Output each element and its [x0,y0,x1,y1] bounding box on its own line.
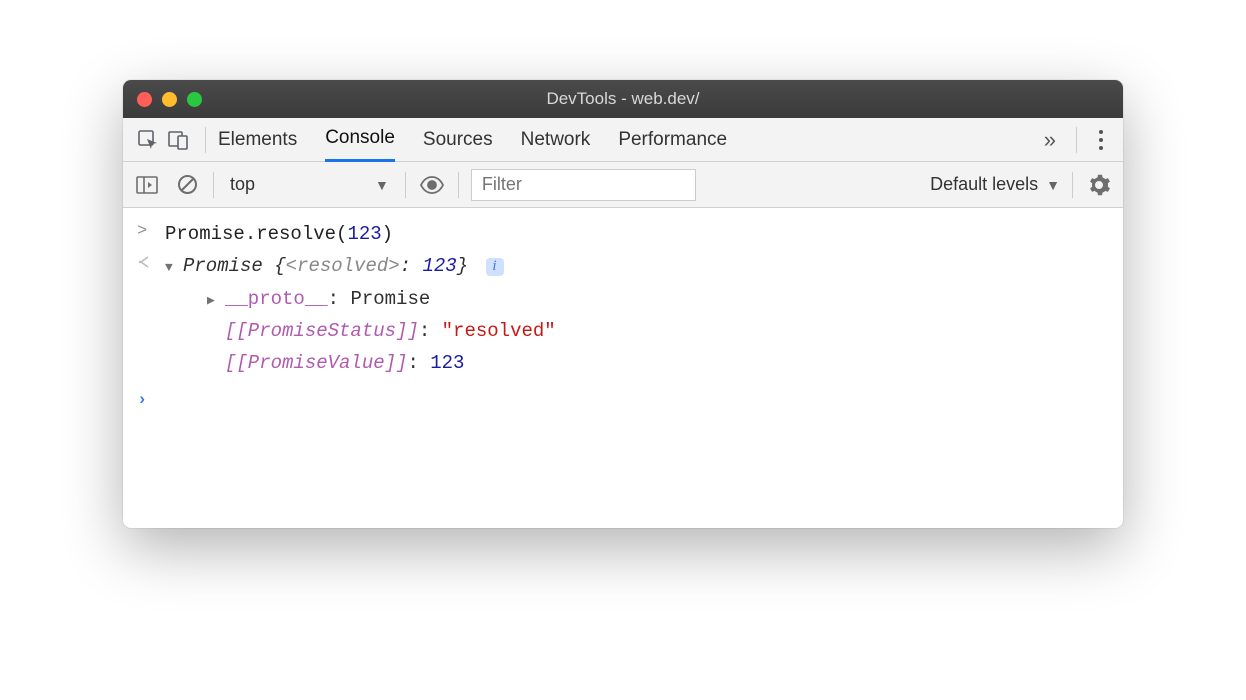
divider [1072,172,1073,198]
clear-console-icon[interactable] [173,171,201,199]
console-settings-icon[interactable] [1085,171,1113,199]
close-window-button[interactable] [137,92,152,107]
divider [1076,127,1077,153]
device-toolbar-icon[interactable] [163,125,193,155]
disclosure-right-icon[interactable]: ▶ [207,290,225,312]
console-body[interactable]: > Promise.resolve(123) ▼Promise {<resolv… [123,208,1123,528]
levels-label: Default levels [930,174,1038,195]
divider [405,172,406,198]
console-toolbar: top ▼ Default levels ▼ [123,162,1123,208]
maximize-window-button[interactable] [187,92,202,107]
tab-console[interactable]: Console [325,118,395,162]
console-output-row: ▼Promise {<resolved>: 123} i ▶__proto__:… [137,250,1109,379]
context-label: top [230,174,255,195]
object-properties: ▶__proto__: Promise [[PromiseStatus]]: "… [165,283,1109,380]
console-prompt-row[interactable]: › [137,387,1109,416]
inspect-element-icon[interactable] [133,125,163,155]
filter-input[interactable] [471,169,696,201]
object-type: Promise [183,255,263,277]
tab-elements[interactable]: Elements [218,118,297,162]
window-title: DevTools - web.dev/ [123,89,1123,109]
console-input-row: > Promise.resolve(123) [137,218,1109,250]
tab-performance[interactable]: Performance [618,118,727,162]
console-output-content[interactable]: ▼Promise {<resolved>: 123} i ▶__proto__:… [165,250,1109,379]
input-chevron-icon: > [137,218,165,247]
tab-network[interactable]: Network [521,118,591,162]
live-expression-icon[interactable] [418,171,446,199]
more-tabs-button[interactable]: » [1036,127,1064,153]
traffic-lights [137,92,202,107]
chevron-down-icon: ▼ [375,177,389,193]
prompt-chevron-icon: › [137,387,165,416]
console-input-expression: Promise.resolve(123) [165,218,1109,250]
overflow-menu-icon[interactable] [1089,130,1113,150]
chevron-down-icon: ▼ [1046,177,1060,193]
devtools-window: DevTools - web.dev/ Elements Console Sou… [123,80,1123,528]
sidebar-toggle-icon[interactable] [133,171,161,199]
output-chevron-icon [137,250,165,269]
panel-tabs: Elements Console Sources Network Perform… [218,118,1036,162]
divider [205,127,206,153]
disclosure-down-icon[interactable]: ▼ [165,257,183,279]
property-proto[interactable]: ▶__proto__: Promise [207,283,1109,315]
log-levels-select[interactable]: Default levels ▼ [930,174,1060,195]
property-promise-value: [[PromiseValue]]: 123 [207,347,1109,379]
property-promise-status: [[PromiseStatus]]: "resolved" [207,315,1109,347]
execution-context-select[interactable]: top ▼ [226,174,393,195]
divider [213,172,214,198]
tab-sources[interactable]: Sources [423,118,493,162]
titlebar[interactable]: DevTools - web.dev/ [123,80,1123,118]
info-icon[interactable]: i [486,258,504,276]
divider [458,172,459,198]
panel-tabbar: Elements Console Sources Network Perform… [123,118,1123,162]
minimize-window-button[interactable] [162,92,177,107]
